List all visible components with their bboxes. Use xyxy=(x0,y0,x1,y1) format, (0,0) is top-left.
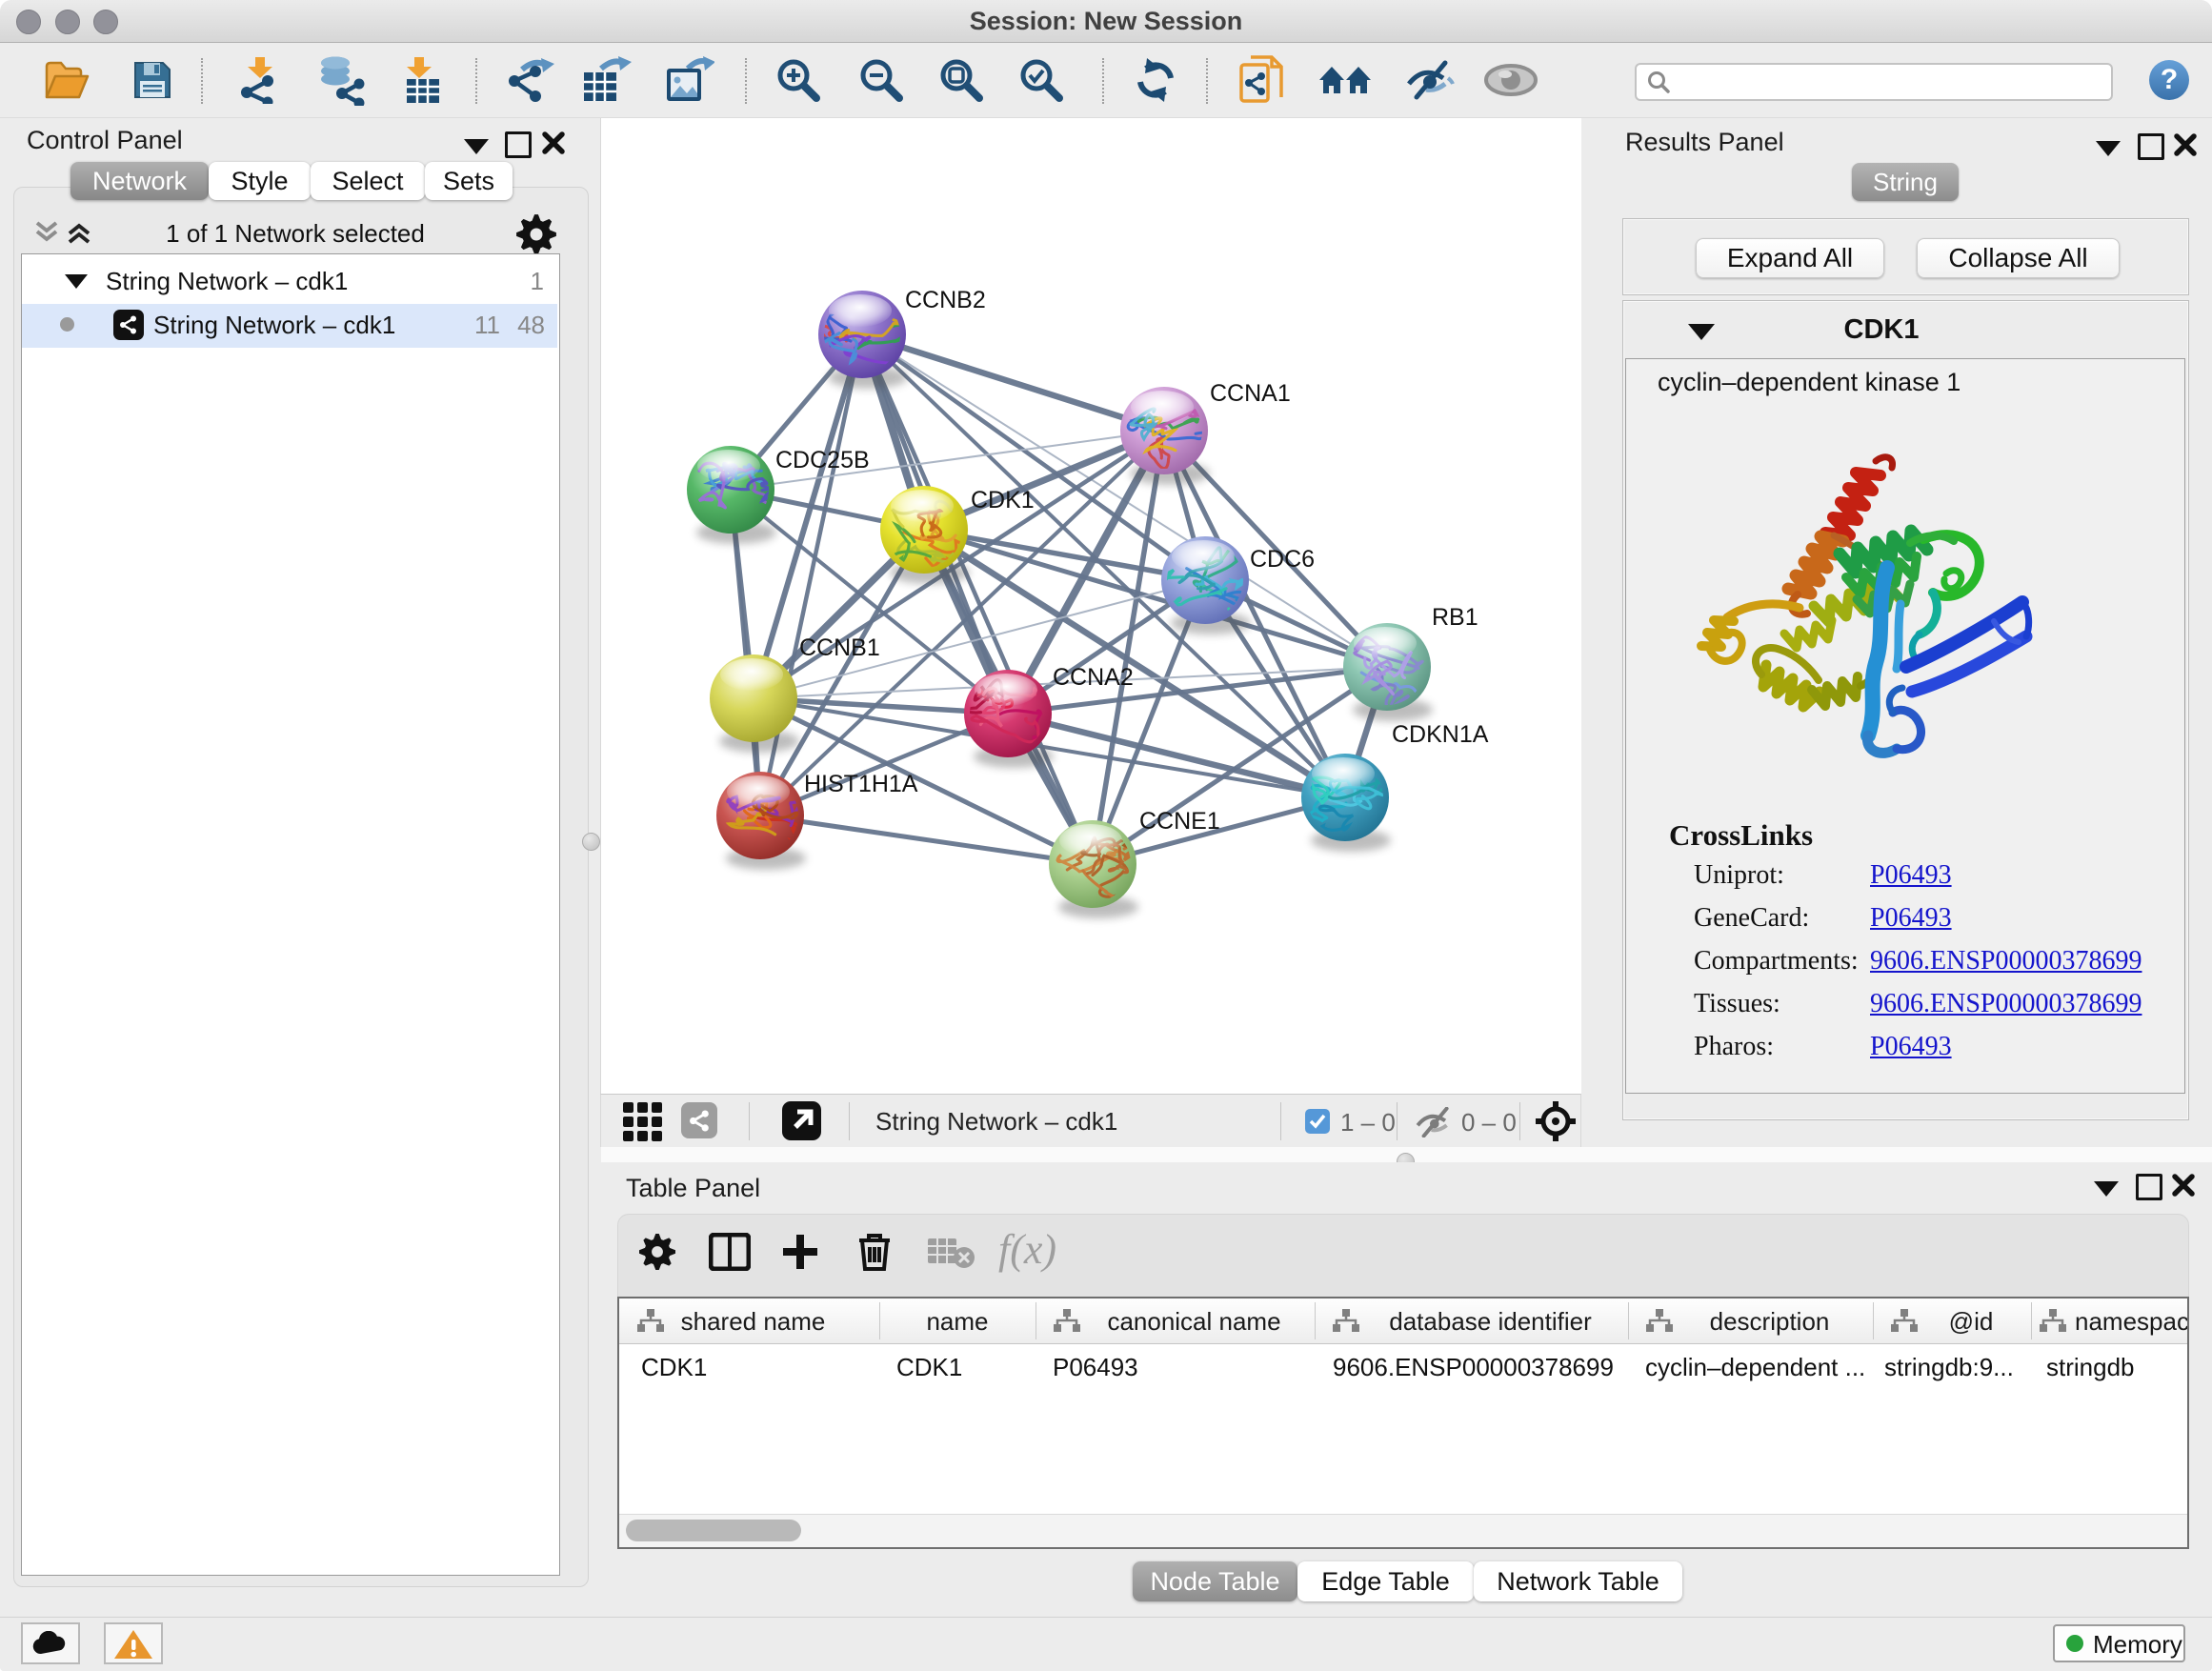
svg-text:CDC6: CDC6 xyxy=(1250,546,1315,573)
svg-text:CDC25B: CDC25B xyxy=(775,447,870,473)
svg-text:HIST1H1A: HIST1H1A xyxy=(804,771,918,797)
svg-text:CCNB1: CCNB1 xyxy=(799,634,880,661)
svg-text:CCNA2: CCNA2 xyxy=(1053,664,1134,691)
svg-text:CCNE1: CCNE1 xyxy=(1139,808,1220,835)
svg-text:CCNB2: CCNB2 xyxy=(905,287,986,313)
svg-text:CDK1: CDK1 xyxy=(971,487,1035,513)
svg-text:CDKN1A: CDKN1A xyxy=(1392,721,1489,748)
svg-text:RB1: RB1 xyxy=(1432,604,1478,631)
svg-text:CCNA1: CCNA1 xyxy=(1210,380,1291,407)
